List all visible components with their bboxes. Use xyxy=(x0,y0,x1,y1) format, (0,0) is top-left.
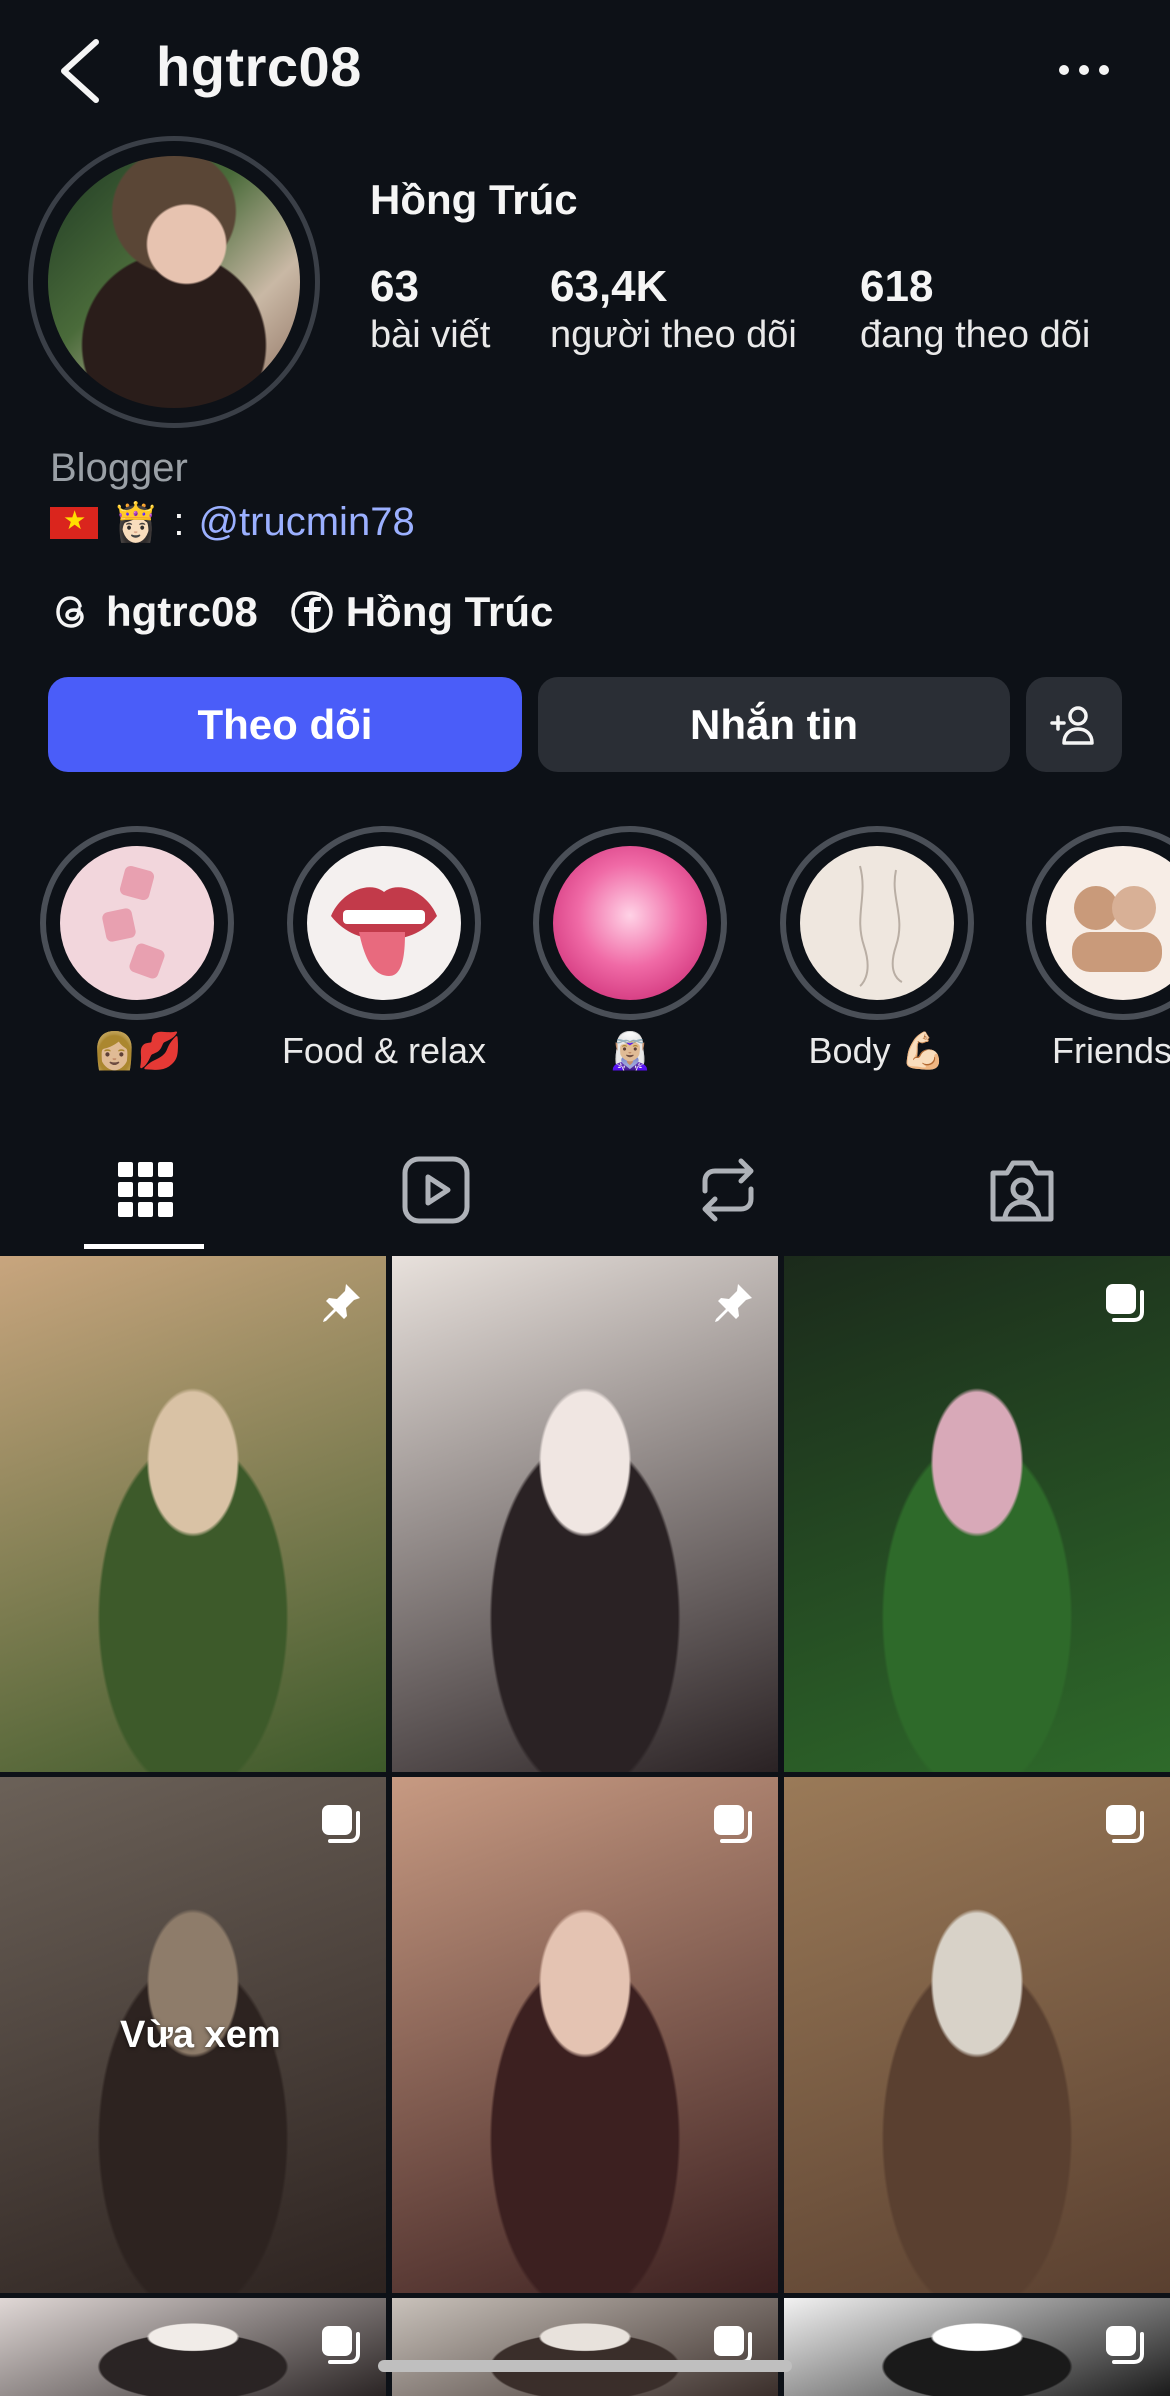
display-name: Hồng Trúc xyxy=(370,176,578,223)
following-label[interactable]: đang theo dõi xyxy=(860,314,1090,357)
active-tab-indicator xyxy=(84,1244,204,1249)
back-chevron-icon[interactable] xyxy=(52,36,112,106)
profile-username: hgtrc08 xyxy=(156,35,362,98)
threads-icon[interactable] xyxy=(50,590,94,634)
carousel-icon xyxy=(1106,1284,1144,1322)
profile-category: Blogger xyxy=(50,446,188,490)
tab-grid[interactable] xyxy=(104,1148,188,1232)
grid-icon xyxy=(118,1162,173,1217)
highlight-label[interactable]: Friends xyxy=(1052,1030,1170,1072)
post-thumbnail[interactable] xyxy=(0,1256,386,1772)
home-indicator xyxy=(378,2360,792,2372)
post-thumbnail[interactable] xyxy=(392,1256,778,1772)
highlight-angel-image[interactable] xyxy=(553,846,707,1000)
tab-tagged[interactable] xyxy=(980,1148,1064,1232)
social-links: hgtrc08 Hồng Trúc xyxy=(50,588,553,636)
posts-label[interactable]: bài viết xyxy=(370,314,490,357)
follow-button[interactable]: Theo dõi xyxy=(48,677,522,772)
avatar[interactable] xyxy=(48,156,300,408)
following-count[interactable]: 618 xyxy=(860,262,933,312)
post-thumbnail[interactable] xyxy=(784,1777,1170,2293)
post-thumbnail[interactable] xyxy=(392,1777,778,2293)
highlight-dice-image[interactable] xyxy=(60,846,214,1000)
facebook-name-link[interactable]: Hồng Trúc xyxy=(346,588,554,636)
pin-icon xyxy=(323,1284,360,1322)
followers-count[interactable]: 63,4K xyxy=(550,262,667,312)
bio-separator: : xyxy=(173,500,185,544)
tab-reposts[interactable] xyxy=(686,1148,770,1232)
followers-label[interactable]: người theo dõi xyxy=(550,314,797,357)
bio-line: 👸🏻 : @trucmin78 xyxy=(50,500,415,545)
bio-mention-link[interactable]: @trucmin78 xyxy=(198,500,414,545)
highlight-label[interactable]: 👩🏼💋 xyxy=(7,1030,267,1072)
recently-viewed-label: Vừa xem xyxy=(120,2014,281,2056)
reposts-icon xyxy=(702,1158,754,1222)
add-user-button[interactable] xyxy=(1026,677,1122,772)
highlight-food-image[interactable] xyxy=(307,846,461,1000)
reels-icon xyxy=(402,1156,470,1224)
message-button[interactable]: Nhắn tin xyxy=(538,677,1010,772)
carousel-icon xyxy=(714,1805,752,1843)
posts-count[interactable]: 63 xyxy=(370,262,419,312)
bio-emoji: 👸🏻 xyxy=(112,501,160,544)
carousel-icon xyxy=(1106,2326,1144,2364)
highlight-label[interactable]: Food & relax xyxy=(254,1030,514,1072)
pin-icon xyxy=(715,1284,752,1322)
highlight-label[interactable]: Body 💪🏻 xyxy=(747,1030,1007,1072)
tagged-icon xyxy=(990,1160,1054,1222)
facebook-icon[interactable] xyxy=(290,590,334,634)
person-add-icon xyxy=(1050,705,1094,745)
highlight-body-image[interactable] xyxy=(800,846,954,1000)
highlight-label[interactable]: 🧝🏼‍♀️ xyxy=(500,1030,760,1072)
carousel-icon xyxy=(1106,1805,1144,1843)
tab-reels[interactable] xyxy=(394,1148,478,1232)
carousel-icon xyxy=(322,2326,360,2364)
post-thumbnail[interactable] xyxy=(784,1256,1170,1772)
more-options-icon[interactable] xyxy=(1058,58,1110,82)
vietnam-flag-icon xyxy=(50,505,98,539)
threads-handle-link[interactable]: hgtrc08 xyxy=(106,588,258,636)
carousel-icon xyxy=(322,1805,360,1843)
